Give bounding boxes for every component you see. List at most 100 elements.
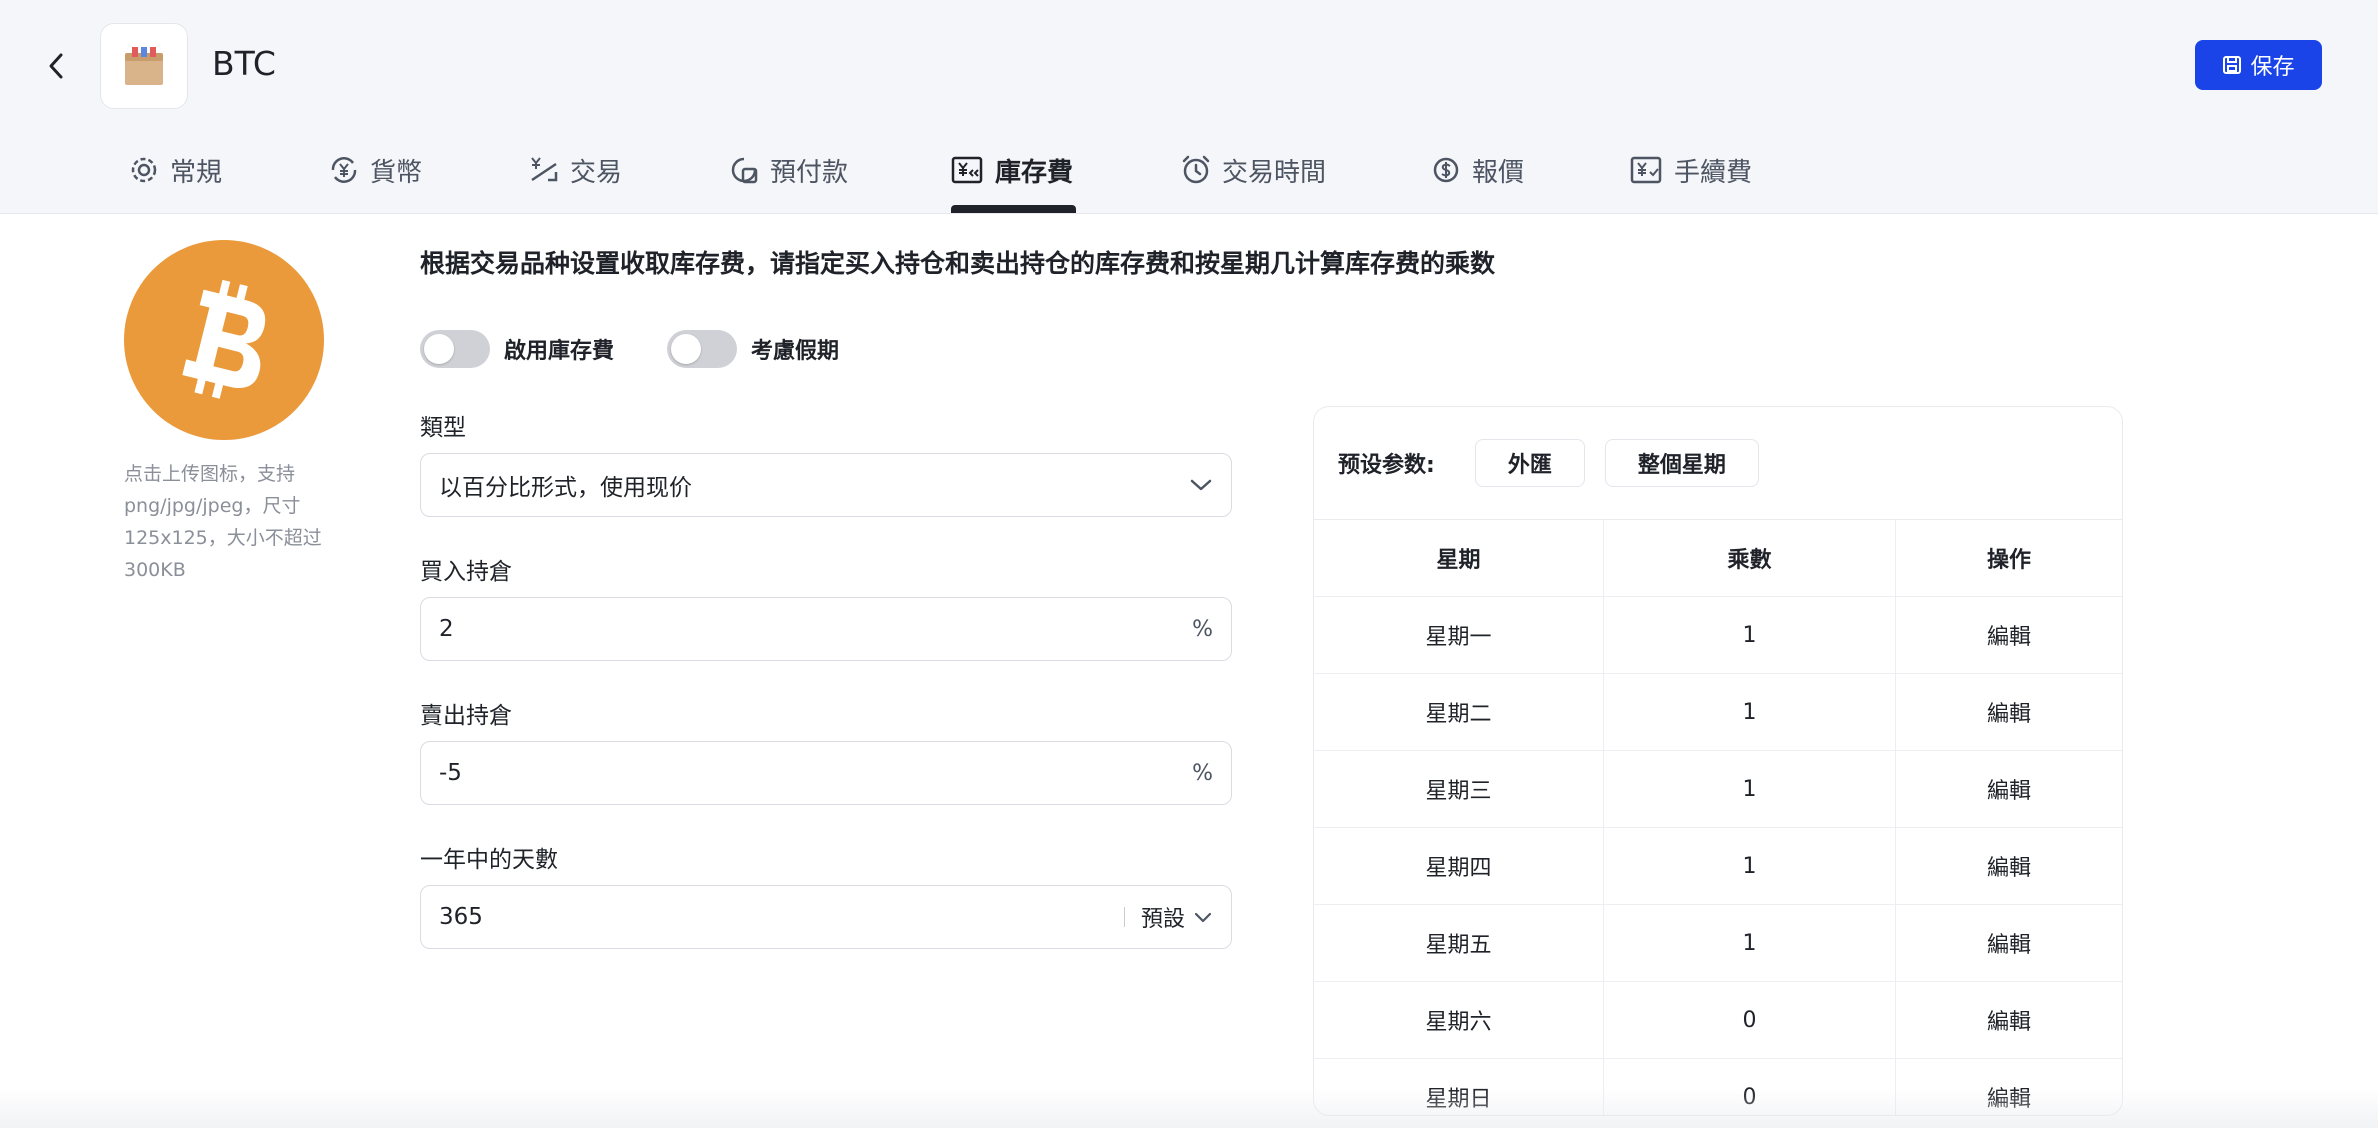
percent-suffix: % [1192, 616, 1213, 642]
table-header-row: 星期 乘數 操作 [1314, 520, 2122, 597]
page-title: BTC [212, 44, 276, 83]
multiplier-cell: 1 [1603, 596, 1896, 674]
edit-link[interactable]: 編輯 [1895, 750, 2122, 828]
edit-link[interactable]: 編輯 [1895, 1058, 2122, 1115]
tab-currency[interactable]: 貨幣 [328, 145, 422, 195]
tab-swap-fee-label: 庫存費 [995, 157, 1074, 188]
enable-swap-toggle[interactable] [420, 330, 490, 368]
multiplier-cell: 1 [1603, 673, 1896, 751]
column-header-multiplier: 乘數 [1603, 520, 1896, 597]
day-cell: 星期三 [1314, 750, 1604, 828]
day-cell: 星期日 [1314, 1058, 1604, 1115]
chevron-left-icon [49, 53, 63, 79]
app-icon[interactable] [100, 23, 188, 109]
commission-icon [1630, 156, 1662, 184]
bitcoin-icon [182, 279, 266, 399]
currency-exchange-icon [331, 157, 357, 183]
table-row: 星期四 1 編輯 [1314, 827, 2122, 905]
chevron-down-icon [1190, 479, 1212, 491]
tab-commission[interactable]: 手續費 [1630, 145, 1752, 195]
buy-position-input[interactable]: 2 % [420, 597, 1232, 661]
preset-params-label: 预设参数: [1338, 453, 1435, 478]
consider-holidays-toggle[interactable] [667, 330, 737, 368]
sell-position-label: 賣出持倉 [420, 703, 512, 729]
edit-link[interactable]: 編輯 [1895, 673, 2122, 751]
edit-link[interactable]: 編輯 [1895, 827, 2122, 905]
table-row: 星期二 1 編輯 [1314, 673, 2122, 751]
edit-link[interactable]: 編輯 [1895, 981, 2122, 1059]
quote-icon [1433, 157, 1459, 183]
preset-forex-button[interactable]: 外匯 [1474, 439, 1585, 487]
multiplier-cell: 0 [1603, 981, 1896, 1059]
table-row: 星期一 1 編輯 [1314, 596, 2122, 674]
save-icon [2223, 56, 2242, 74]
divider [1123, 907, 1125, 927]
toggle-knob [424, 334, 454, 364]
days-in-year-label: 一年中的天數 [420, 847, 558, 873]
preset-bar: 预设参数: 外匯 整個星期 [1314, 407, 2122, 520]
save-button[interactable]: 保存 [2195, 40, 2322, 90]
edit-link[interactable]: 編輯 [1895, 904, 2122, 982]
multiplier-cell: 1 [1603, 750, 1896, 828]
tab-trading-hours[interactable]: 交易時間 [1180, 145, 1326, 195]
tab-commission-label: 手續費 [1674, 157, 1753, 188]
table-row: 星期三 1 編輯 [1314, 750, 2122, 828]
tab-general-label: 常規 [170, 157, 223, 188]
prepayment-icon [731, 157, 758, 184]
trade-icon [531, 157, 558, 182]
day-cell: 星期四 [1314, 827, 1604, 905]
consider-holidays-toggle-group: 考慮假期 [667, 330, 839, 368]
enable-swap-toggle-group: 啟用庫存費 [420, 330, 614, 368]
section-description: 根据交易品种设置收取库存费，请指定买入持仓和卖出持仓的库存费和按星期几计算库存费… [420, 249, 1496, 278]
active-tab-indicator [951, 205, 1076, 213]
multiplier-panel: 预设参数: 外匯 整個星期 星期 乘數 操作 星期一 1 編輯 星期二 1 編輯… [1313, 406, 2123, 1116]
column-header-day: 星期 [1314, 520, 1604, 597]
percent-suffix: % [1192, 760, 1213, 786]
table-row: 星期六 0 編輯 [1314, 981, 2122, 1059]
tab-quote[interactable]: 報價 [1430, 145, 1524, 195]
type-select[interactable]: 以百分比形式，使用现价 [420, 453, 1232, 517]
days-in-year-input[interactable]: 365 預設 [420, 885, 1232, 949]
tab-trade[interactable]: 交易 [528, 145, 622, 195]
tab-trade-label: 交易 [570, 157, 623, 188]
enable-swap-label: 啟用庫存費 [504, 339, 615, 364]
sell-position-value: -5 [439, 760, 462, 786]
type-label: 類型 [420, 415, 466, 441]
tab-currency-label: 貨幣 [370, 157, 423, 188]
chevron-down-icon [1194, 912, 1212, 923]
tab-swap-fee[interactable]: 庫存費 [951, 145, 1073, 195]
table-row: 星期五 1 編輯 [1314, 904, 2122, 982]
toggle-knob [671, 334, 701, 364]
preset-whole-week-button[interactable]: 整個星期 [1604, 439, 1759, 487]
box-icon [125, 47, 163, 85]
days-preset-select[interactable]: 預設 [1141, 901, 1213, 933]
gear-icon [131, 157, 157, 183]
tab-quote-label: 報價 [1472, 157, 1525, 188]
multiplier-table: 星期 乘數 操作 星期一 1 編輯 星期二 1 編輯 星期三 1 編輯 星期四 … [1314, 520, 2122, 1115]
tab-trading-hours-label: 交易時間 [1222, 157, 1327, 188]
table-row: 星期日 0 編輯 [1314, 1058, 2122, 1115]
swap-fee-icon [951, 156, 983, 184]
day-cell: 星期五 [1314, 904, 1604, 982]
multiplier-cell: 0 [1603, 1058, 1896, 1115]
sell-position-input[interactable]: -5 % [420, 741, 1232, 805]
day-cell: 星期二 [1314, 673, 1604, 751]
days-preset-label: 預設 [1140, 907, 1185, 932]
clock-icon [1182, 155, 1210, 184]
multiplier-cell: 1 [1603, 904, 1896, 982]
header: BTC 保存 常規 貨幣 交易 預付款 庫存費 交易時間 報價 手續費 [0, 0, 2378, 214]
tab-prepayment[interactable]: 預付款 [728, 145, 848, 195]
days-in-year-value: 365 [439, 904, 483, 930]
type-select-value: 以百分比形式，使用现价 [439, 475, 692, 501]
buy-position-label: 買入持倉 [420, 559, 512, 585]
tab-prepayment-label: 預付款 [770, 157, 849, 188]
back-button[interactable] [40, 46, 72, 86]
column-header-action: 操作 [1895, 520, 2122, 597]
day-cell: 星期六 [1314, 981, 1604, 1059]
consider-holidays-label: 考慮假期 [751, 339, 840, 364]
multiplier-cell: 1 [1603, 827, 1896, 905]
bitcoin-avatar-upload[interactable] [124, 240, 324, 440]
tab-general[interactable]: 常規 [128, 145, 222, 195]
upload-hint: 点击上传图标，支持png/jpg/jpeg，尺寸125x125，大小不超过300… [124, 463, 322, 581]
edit-link[interactable]: 編輯 [1895, 596, 2122, 674]
